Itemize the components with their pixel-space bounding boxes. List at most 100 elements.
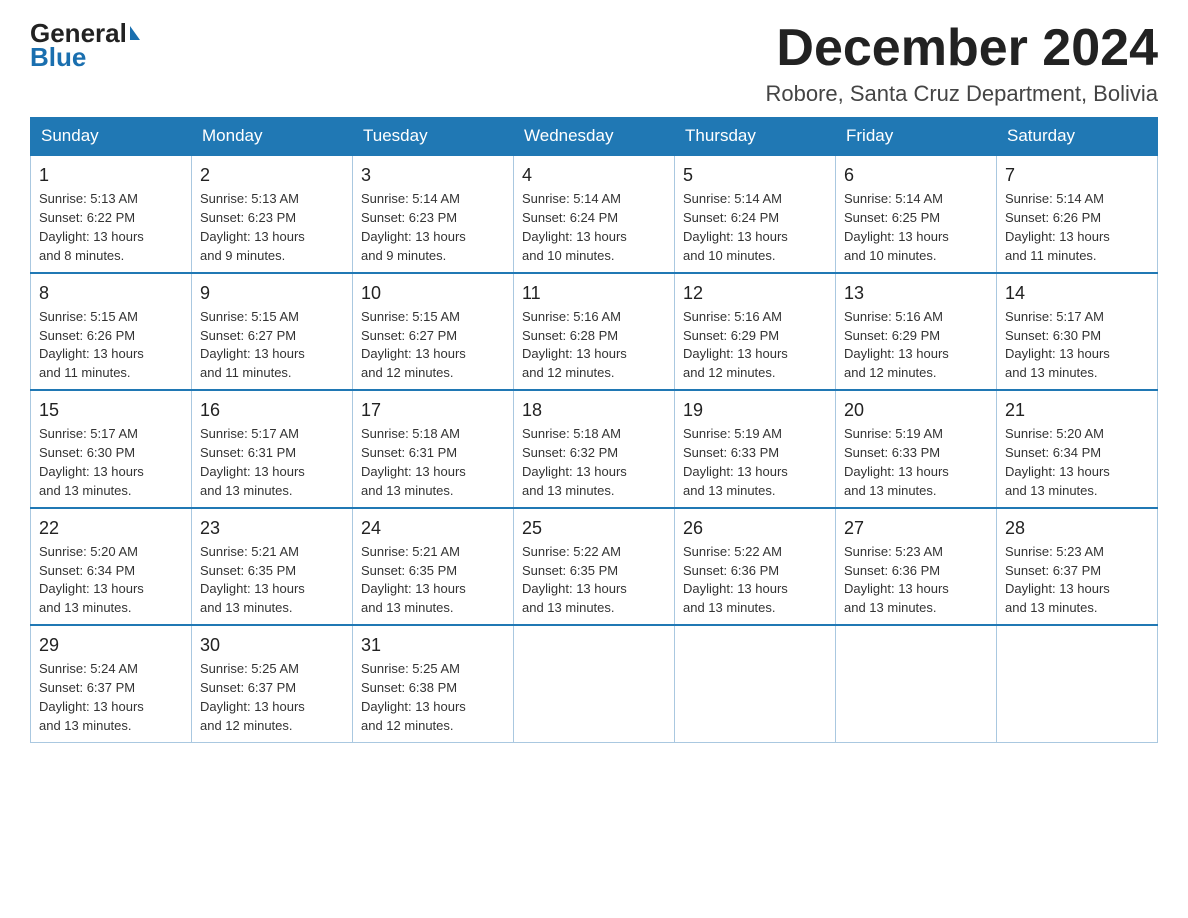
logo-blue: Blue (30, 42, 86, 73)
day-info: Sunrise: 5:14 AMSunset: 6:23 PMDaylight:… (361, 190, 505, 265)
day-number: 1 (39, 162, 183, 188)
day-number: 12 (683, 280, 827, 306)
calendar-day-cell (514, 625, 675, 742)
day-number: 2 (200, 162, 344, 188)
day-number: 28 (1005, 515, 1149, 541)
calendar-week-row: 8Sunrise: 5:15 AMSunset: 6:26 PMDaylight… (31, 273, 1158, 390)
calendar-day-cell (997, 625, 1158, 742)
calendar-day-cell: 23Sunrise: 5:21 AMSunset: 6:35 PMDayligh… (192, 508, 353, 625)
calendar-day-cell (836, 625, 997, 742)
day-number: 23 (200, 515, 344, 541)
day-number: 10 (361, 280, 505, 306)
day-number: 4 (522, 162, 666, 188)
day-info: Sunrise: 5:21 AMSunset: 6:35 PMDaylight:… (361, 543, 505, 618)
day-number: 9 (200, 280, 344, 306)
day-info: Sunrise: 5:21 AMSunset: 6:35 PMDaylight:… (200, 543, 344, 618)
day-info: Sunrise: 5:22 AMSunset: 6:36 PMDaylight:… (683, 543, 827, 618)
logo: General Blue (30, 20, 140, 73)
day-number: 21 (1005, 397, 1149, 423)
day-number: 29 (39, 632, 183, 658)
day-info: Sunrise: 5:23 AMSunset: 6:37 PMDaylight:… (1005, 543, 1149, 618)
day-of-week-header: Thursday (675, 118, 836, 156)
day-info: Sunrise: 5:14 AMSunset: 6:26 PMDaylight:… (1005, 190, 1149, 265)
calendar-day-cell: 11Sunrise: 5:16 AMSunset: 6:28 PMDayligh… (514, 273, 675, 390)
calendar-day-cell: 16Sunrise: 5:17 AMSunset: 6:31 PMDayligh… (192, 390, 353, 507)
calendar-day-cell: 1Sunrise: 5:13 AMSunset: 6:22 PMDaylight… (31, 155, 192, 272)
calendar-day-cell: 12Sunrise: 5:16 AMSunset: 6:29 PMDayligh… (675, 273, 836, 390)
day-info: Sunrise: 5:24 AMSunset: 6:37 PMDaylight:… (39, 660, 183, 735)
calendar-week-row: 15Sunrise: 5:17 AMSunset: 6:30 PMDayligh… (31, 390, 1158, 507)
day-number: 18 (522, 397, 666, 423)
day-of-week-header: Tuesday (353, 118, 514, 156)
day-number: 27 (844, 515, 988, 541)
calendar-day-cell: 9Sunrise: 5:15 AMSunset: 6:27 PMDaylight… (192, 273, 353, 390)
main-title: December 2024 (765, 20, 1158, 77)
calendar-week-row: 22Sunrise: 5:20 AMSunset: 6:34 PMDayligh… (31, 508, 1158, 625)
day-number: 6 (844, 162, 988, 188)
day-info: Sunrise: 5:14 AMSunset: 6:24 PMDaylight:… (683, 190, 827, 265)
calendar-day-cell: 7Sunrise: 5:14 AMSunset: 6:26 PMDaylight… (997, 155, 1158, 272)
calendar-day-cell: 30Sunrise: 5:25 AMSunset: 6:37 PMDayligh… (192, 625, 353, 742)
day-number: 25 (522, 515, 666, 541)
day-info: Sunrise: 5:14 AMSunset: 6:25 PMDaylight:… (844, 190, 988, 265)
day-of-week-header: Monday (192, 118, 353, 156)
calendar-day-cell: 15Sunrise: 5:17 AMSunset: 6:30 PMDayligh… (31, 390, 192, 507)
day-info: Sunrise: 5:15 AMSunset: 6:27 PMDaylight:… (361, 308, 505, 383)
calendar-day-cell: 4Sunrise: 5:14 AMSunset: 6:24 PMDaylight… (514, 155, 675, 272)
calendar-day-cell: 5Sunrise: 5:14 AMSunset: 6:24 PMDaylight… (675, 155, 836, 272)
calendar-day-cell: 19Sunrise: 5:19 AMSunset: 6:33 PMDayligh… (675, 390, 836, 507)
day-number: 15 (39, 397, 183, 423)
day-number: 8 (39, 280, 183, 306)
day-number: 11 (522, 280, 666, 306)
day-info: Sunrise: 5:25 AMSunset: 6:38 PMDaylight:… (361, 660, 505, 735)
day-info: Sunrise: 5:25 AMSunset: 6:37 PMDaylight:… (200, 660, 344, 735)
day-info: Sunrise: 5:17 AMSunset: 6:30 PMDaylight:… (39, 425, 183, 500)
subtitle: Robore, Santa Cruz Department, Bolivia (765, 81, 1158, 107)
calendar-day-cell: 21Sunrise: 5:20 AMSunset: 6:34 PMDayligh… (997, 390, 1158, 507)
calendar-day-cell: 6Sunrise: 5:14 AMSunset: 6:25 PMDaylight… (836, 155, 997, 272)
day-of-week-header: Sunday (31, 118, 192, 156)
day-number: 22 (39, 515, 183, 541)
day-info: Sunrise: 5:15 AMSunset: 6:27 PMDaylight:… (200, 308, 344, 383)
day-number: 20 (844, 397, 988, 423)
calendar-day-cell: 14Sunrise: 5:17 AMSunset: 6:30 PMDayligh… (997, 273, 1158, 390)
day-info: Sunrise: 5:23 AMSunset: 6:36 PMDaylight:… (844, 543, 988, 618)
day-of-week-header: Wednesday (514, 118, 675, 156)
calendar-day-cell: 26Sunrise: 5:22 AMSunset: 6:36 PMDayligh… (675, 508, 836, 625)
title-block: December 2024 Robore, Santa Cruz Departm… (765, 20, 1158, 107)
day-info: Sunrise: 5:22 AMSunset: 6:35 PMDaylight:… (522, 543, 666, 618)
day-info: Sunrise: 5:20 AMSunset: 6:34 PMDaylight:… (1005, 425, 1149, 500)
day-info: Sunrise: 5:13 AMSunset: 6:22 PMDaylight:… (39, 190, 183, 265)
calendar-day-cell: 2Sunrise: 5:13 AMSunset: 6:23 PMDaylight… (192, 155, 353, 272)
day-info: Sunrise: 5:16 AMSunset: 6:28 PMDaylight:… (522, 308, 666, 383)
day-of-week-header: Friday (836, 118, 997, 156)
day-number: 7 (1005, 162, 1149, 188)
calendar-day-cell: 24Sunrise: 5:21 AMSunset: 6:35 PMDayligh… (353, 508, 514, 625)
calendar-day-cell: 31Sunrise: 5:25 AMSunset: 6:38 PMDayligh… (353, 625, 514, 742)
calendar-day-cell: 13Sunrise: 5:16 AMSunset: 6:29 PMDayligh… (836, 273, 997, 390)
day-info: Sunrise: 5:19 AMSunset: 6:33 PMDaylight:… (683, 425, 827, 500)
day-number: 31 (361, 632, 505, 658)
calendar-week-row: 1Sunrise: 5:13 AMSunset: 6:22 PMDaylight… (31, 155, 1158, 272)
day-number: 5 (683, 162, 827, 188)
calendar-day-cell: 28Sunrise: 5:23 AMSunset: 6:37 PMDayligh… (997, 508, 1158, 625)
day-info: Sunrise: 5:17 AMSunset: 6:31 PMDaylight:… (200, 425, 344, 500)
calendar-day-cell: 20Sunrise: 5:19 AMSunset: 6:33 PMDayligh… (836, 390, 997, 507)
page-header: General Blue December 2024 Robore, Santa… (30, 20, 1158, 107)
calendar-day-cell (675, 625, 836, 742)
day-of-week-header: Saturday (997, 118, 1158, 156)
day-number: 17 (361, 397, 505, 423)
day-number: 24 (361, 515, 505, 541)
day-info: Sunrise: 5:18 AMSunset: 6:31 PMDaylight:… (361, 425, 505, 500)
day-info: Sunrise: 5:17 AMSunset: 6:30 PMDaylight:… (1005, 308, 1149, 383)
day-info: Sunrise: 5:13 AMSunset: 6:23 PMDaylight:… (200, 190, 344, 265)
day-number: 3 (361, 162, 505, 188)
day-number: 14 (1005, 280, 1149, 306)
calendar-day-cell: 29Sunrise: 5:24 AMSunset: 6:37 PMDayligh… (31, 625, 192, 742)
day-info: Sunrise: 5:14 AMSunset: 6:24 PMDaylight:… (522, 190, 666, 265)
calendar-day-cell: 10Sunrise: 5:15 AMSunset: 6:27 PMDayligh… (353, 273, 514, 390)
calendar-day-cell: 3Sunrise: 5:14 AMSunset: 6:23 PMDaylight… (353, 155, 514, 272)
calendar-day-cell: 25Sunrise: 5:22 AMSunset: 6:35 PMDayligh… (514, 508, 675, 625)
calendar-day-cell: 22Sunrise: 5:20 AMSunset: 6:34 PMDayligh… (31, 508, 192, 625)
day-info: Sunrise: 5:18 AMSunset: 6:32 PMDaylight:… (522, 425, 666, 500)
